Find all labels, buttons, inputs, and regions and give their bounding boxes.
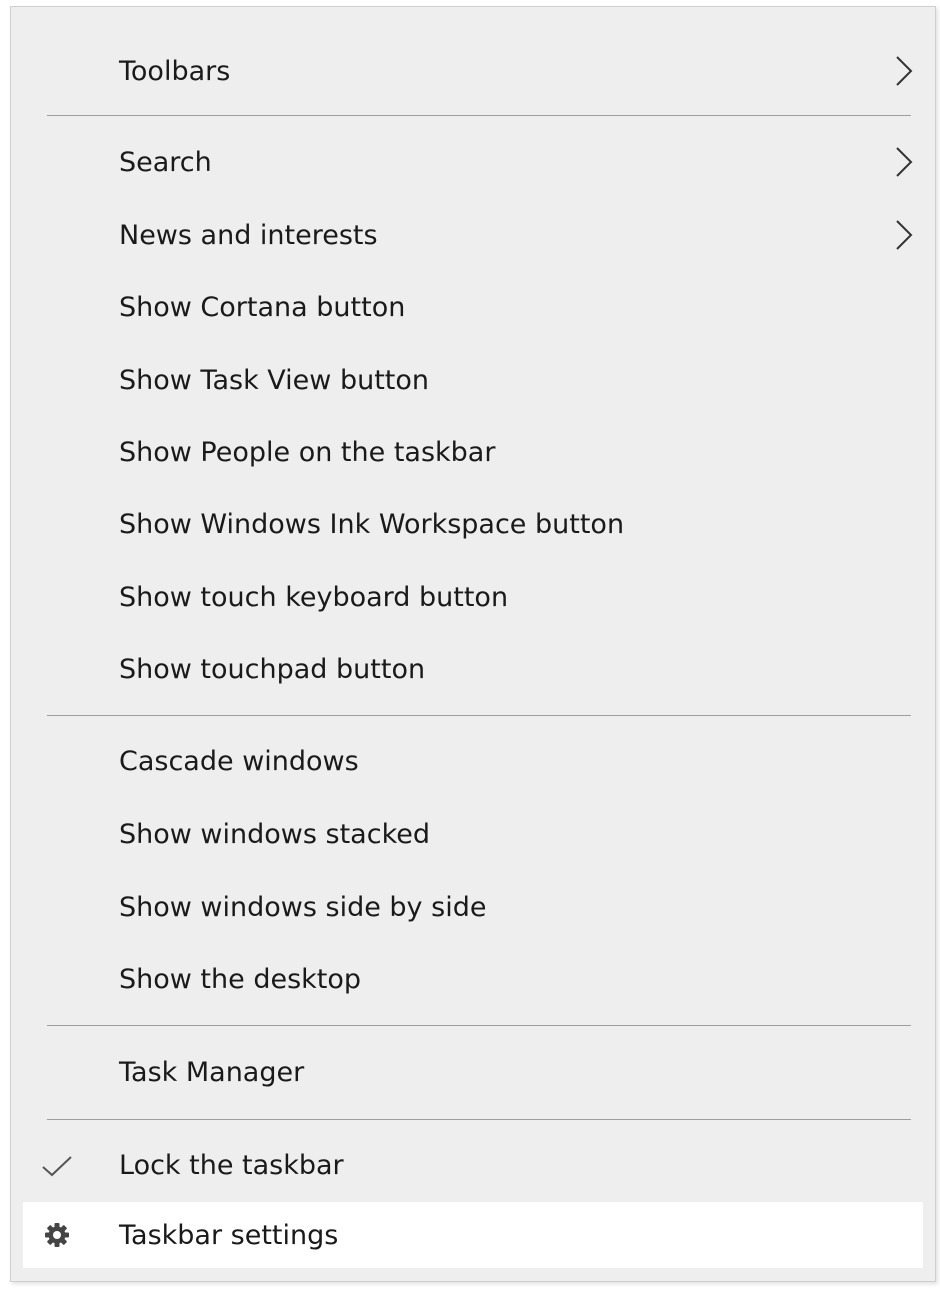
menu-item-show-the-desktop[interactable]: Show the desktop — [23, 946, 923, 1012]
menu-item-lock-the-taskbar[interactable]: Lock the taskbar — [23, 1132, 923, 1198]
menu-item-label: News and interests — [119, 219, 378, 251]
menu-item-label: Taskbar settings — [119, 1219, 339, 1251]
menu-item-label: Show touchpad button — [119, 653, 426, 685]
menu-item-show-task-view-button[interactable]: Show Task View button — [23, 347, 923, 413]
menu-item-label: Show the desktop — [119, 963, 362, 995]
menu-item-show-windows-ink[interactable]: Show Windows Ink Workspace button — [23, 491, 923, 557]
menu-item-show-touch-keyboard[interactable]: Show touch keyboard button — [23, 564, 923, 630]
menu-item-show-touchpad[interactable]: Show touchpad button — [23, 636, 923, 702]
menu-item-show-people[interactable]: Show People on the taskbar — [23, 419, 923, 485]
menu-item-label: Task Manager — [119, 1056, 305, 1088]
menu-separator — [47, 715, 911, 716]
menu-item-label: Show windows stacked — [119, 818, 430, 850]
gear-icon — [45, 1223, 69, 1247]
menu-item-label: Show touch keyboard button — [119, 581, 509, 613]
chevron-right-icon — [896, 56, 913, 86]
menu-separator — [47, 1119, 911, 1120]
menu-item-task-manager[interactable]: Task Manager — [23, 1039, 923, 1105]
chevron-right-icon — [896, 220, 913, 250]
menu-item-label: Show windows side by side — [119, 891, 487, 923]
menu-separator — [47, 115, 911, 116]
menu-item-toolbars[interactable]: Toolbars — [23, 38, 923, 104]
taskbar-context-menu: Toolbars Search News and interests Show … — [10, 6, 936, 1282]
menu-item-label: Cascade windows — [119, 745, 359, 777]
menu-item-label: Show Task View button — [119, 364, 429, 396]
menu-item-search[interactable]: Search — [23, 129, 923, 195]
menu-item-label: Show People on the taskbar — [119, 436, 496, 468]
menu-item-label: Lock the taskbar — [119, 1149, 344, 1181]
menu-item-taskbar-settings[interactable]: Taskbar settings — [23, 1202, 923, 1268]
menu-separator — [47, 1025, 911, 1026]
menu-item-label: Show Cortana button — [119, 291, 406, 323]
menu-item-label: Toolbars — [119, 55, 231, 87]
menu-item-show-cortana-button[interactable]: Show Cortana button — [23, 274, 923, 340]
menu-item-label: Show Windows Ink Workspace button — [119, 508, 625, 540]
checkmark-icon — [42, 1156, 72, 1177]
menu-item-show-windows-side-by-side[interactable]: Show windows side by side — [23, 874, 923, 940]
menu-item-cascade-windows[interactable]: Cascade windows — [23, 728, 923, 794]
menu-item-label: Search — [119, 146, 212, 178]
chevron-right-icon — [896, 147, 913, 177]
menu-item-news-and-interests[interactable]: News and interests — [23, 202, 923, 268]
menu-item-show-windows-stacked[interactable]: Show windows stacked — [23, 801, 923, 867]
